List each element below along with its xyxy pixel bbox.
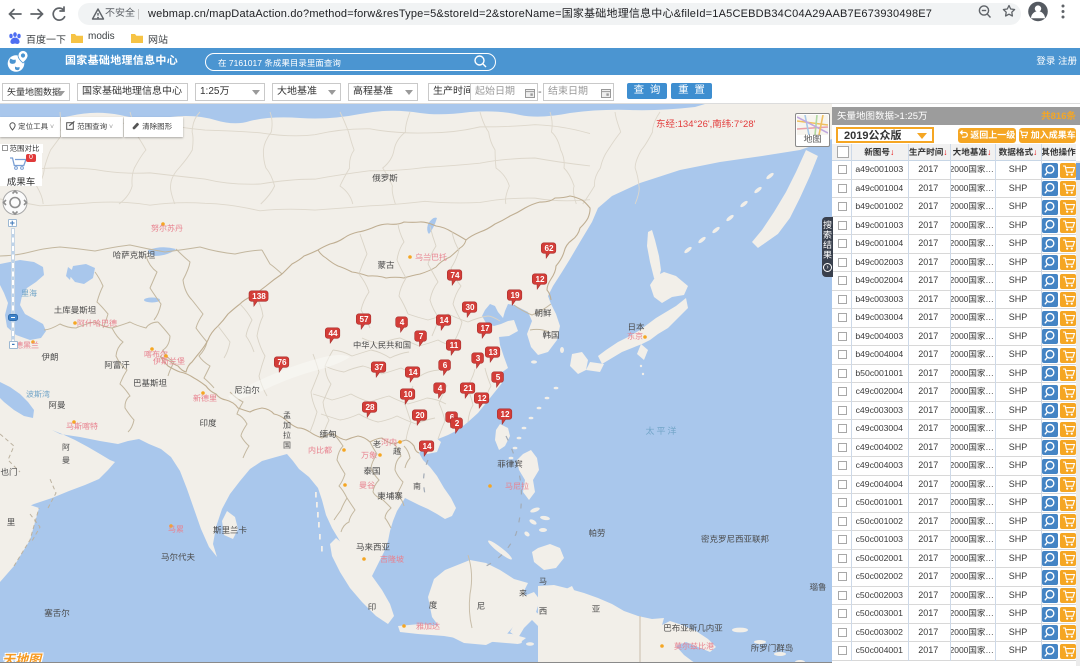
svg-text:太平洋: 太平洋 <box>645 426 678 436</box>
svg-text:雅加达: 雅加达 <box>416 622 440 631</box>
svg-text:14: 14 <box>422 442 432 451</box>
svg-text:曼谷: 曼谷 <box>359 481 375 490</box>
svg-text:东京: 东京 <box>627 332 643 341</box>
svg-text:尼: 尼 <box>477 601 486 611</box>
svg-text:57: 57 <box>359 315 369 324</box>
svg-text:曼: 曼 <box>62 456 70 465</box>
svg-text:也门: 也门 <box>0 467 17 477</box>
svg-text:2: 2 <box>455 419 460 428</box>
svg-text:河内: 河内 <box>381 438 397 447</box>
svg-text:阿曼: 阿曼 <box>48 400 66 410</box>
svg-text:17: 17 <box>480 324 490 333</box>
svg-text:12: 12 <box>500 410 510 419</box>
svg-text:来: 来 <box>519 589 527 598</box>
svg-text:巴布亚新几内亚: 巴布亚新几内亚 <box>663 623 723 633</box>
svg-text:4: 4 <box>438 384 443 393</box>
svg-text:南: 南 <box>413 482 421 491</box>
svg-text:密克罗尼西亚联邦: 密克罗尼西亚联邦 <box>701 534 770 544</box>
svg-text:马尼拉: 马尼拉 <box>505 482 529 491</box>
svg-text:哈萨克斯坦: 哈萨克斯坦 <box>113 250 156 260</box>
svg-text:瑙鲁: 瑙鲁 <box>809 582 826 592</box>
svg-text:4: 4 <box>400 318 405 327</box>
svg-text:中华人民共和国: 中华人民共和国 <box>353 340 411 350</box>
svg-text:11: 11 <box>450 341 459 350</box>
svg-text:伊斯兰堡: 伊斯兰堡 <box>153 357 185 366</box>
svg-text:印度: 印度 <box>199 418 217 428</box>
svg-text:孟: 孟 <box>283 411 291 420</box>
svg-text:19: 19 <box>510 291 520 300</box>
svg-text:西: 西 <box>539 606 548 616</box>
svg-text:62: 62 <box>544 244 554 253</box>
svg-text:乌兰巴托: 乌兰巴托 <box>415 253 447 262</box>
svg-text:10: 10 <box>403 390 413 399</box>
svg-text:37: 37 <box>374 363 384 372</box>
svg-text:土库曼斯坦: 土库曼斯坦 <box>54 305 97 315</box>
svg-text:21: 21 <box>463 384 473 393</box>
svg-text:德黑兰: 德黑兰 <box>15 341 39 350</box>
svg-text:朝鲜: 朝鲜 <box>534 308 552 318</box>
svg-text:30: 30 <box>465 303 475 312</box>
svg-text:14: 14 <box>408 368 418 377</box>
svg-text:马: 马 <box>539 577 547 586</box>
svg-text:3: 3 <box>476 354 481 363</box>
svg-text:12: 12 <box>535 275 545 284</box>
svg-text:阿什哈巴德: 阿什哈巴德 <box>77 319 117 328</box>
svg-text:老: 老 <box>373 440 381 449</box>
svg-text:20: 20 <box>415 411 425 420</box>
svg-text:5: 5 <box>496 373 501 382</box>
svg-text:7: 7 <box>419 332 424 341</box>
svg-text:吉隆坡: 吉隆坡 <box>380 555 404 564</box>
svg-text:加: 加 <box>283 421 291 430</box>
svg-text:14: 14 <box>439 316 449 325</box>
svg-text:74: 74 <box>450 271 460 280</box>
svg-text:里海: 里海 <box>21 289 37 298</box>
svg-text:万象: 万象 <box>361 451 377 460</box>
svg-text:新德里: 新德里 <box>193 394 217 403</box>
svg-text:所罗门群岛: 所罗门群岛 <box>751 643 794 653</box>
svg-text:努尔苏丹: 努尔苏丹 <box>151 224 183 233</box>
svg-text:尼泊尔: 尼泊尔 <box>234 385 260 395</box>
svg-text:阿: 阿 <box>62 443 70 452</box>
svg-text:28: 28 <box>365 403 375 412</box>
svg-text:俄罗斯: 俄罗斯 <box>372 173 398 183</box>
svg-text:6: 6 <box>443 361 448 370</box>
svg-text:塞舌尔: 塞舌尔 <box>44 608 70 618</box>
svg-text:韩国: 韩国 <box>542 330 559 340</box>
svg-text:内比都: 内比都 <box>308 446 332 455</box>
svg-text:帕劳: 帕劳 <box>588 528 605 538</box>
svg-text:44: 44 <box>328 329 338 338</box>
svg-text:马尔代夫: 马尔代夫 <box>161 552 196 562</box>
svg-text:138: 138 <box>252 292 266 301</box>
svg-text:巴基斯坦: 巴基斯坦 <box>133 378 168 388</box>
svg-text:国: 国 <box>283 441 291 450</box>
svg-text:蒙古: 蒙古 <box>377 260 395 270</box>
svg-text:马斯喀特: 马斯喀特 <box>66 422 98 431</box>
svg-text:马来西亚: 马来西亚 <box>356 542 391 552</box>
svg-text:印: 印 <box>368 602 377 612</box>
svg-text:斯里兰卡: 斯里兰卡 <box>213 525 248 535</box>
svg-text:度: 度 <box>429 600 438 610</box>
svg-text:拉: 拉 <box>283 431 291 440</box>
svg-text:12: 12 <box>477 394 487 403</box>
svg-text:76: 76 <box>277 358 287 367</box>
svg-text:泰国: 泰国 <box>363 466 380 476</box>
svg-text:波斯湾: 波斯湾 <box>26 390 50 399</box>
svg-text:亚: 亚 <box>592 604 601 614</box>
svg-text:日本: 日本 <box>627 322 645 332</box>
svg-text:缅甸: 缅甸 <box>319 429 336 439</box>
svg-text:柬埔寨: 柬埔寨 <box>377 491 403 501</box>
svg-text:伊朗: 伊朗 <box>41 352 58 362</box>
svg-text:13: 13 <box>488 348 498 357</box>
svg-text:菲律宾: 菲律宾 <box>497 459 523 469</box>
svg-text:越: 越 <box>393 447 401 456</box>
svg-text:马累: 马累 <box>168 525 184 534</box>
svg-text:莫尔兹比港: 莫尔兹比港 <box>674 642 714 651</box>
svg-text:里: 里 <box>7 517 16 527</box>
svg-text:阿富汗: 阿富汗 <box>104 360 130 370</box>
